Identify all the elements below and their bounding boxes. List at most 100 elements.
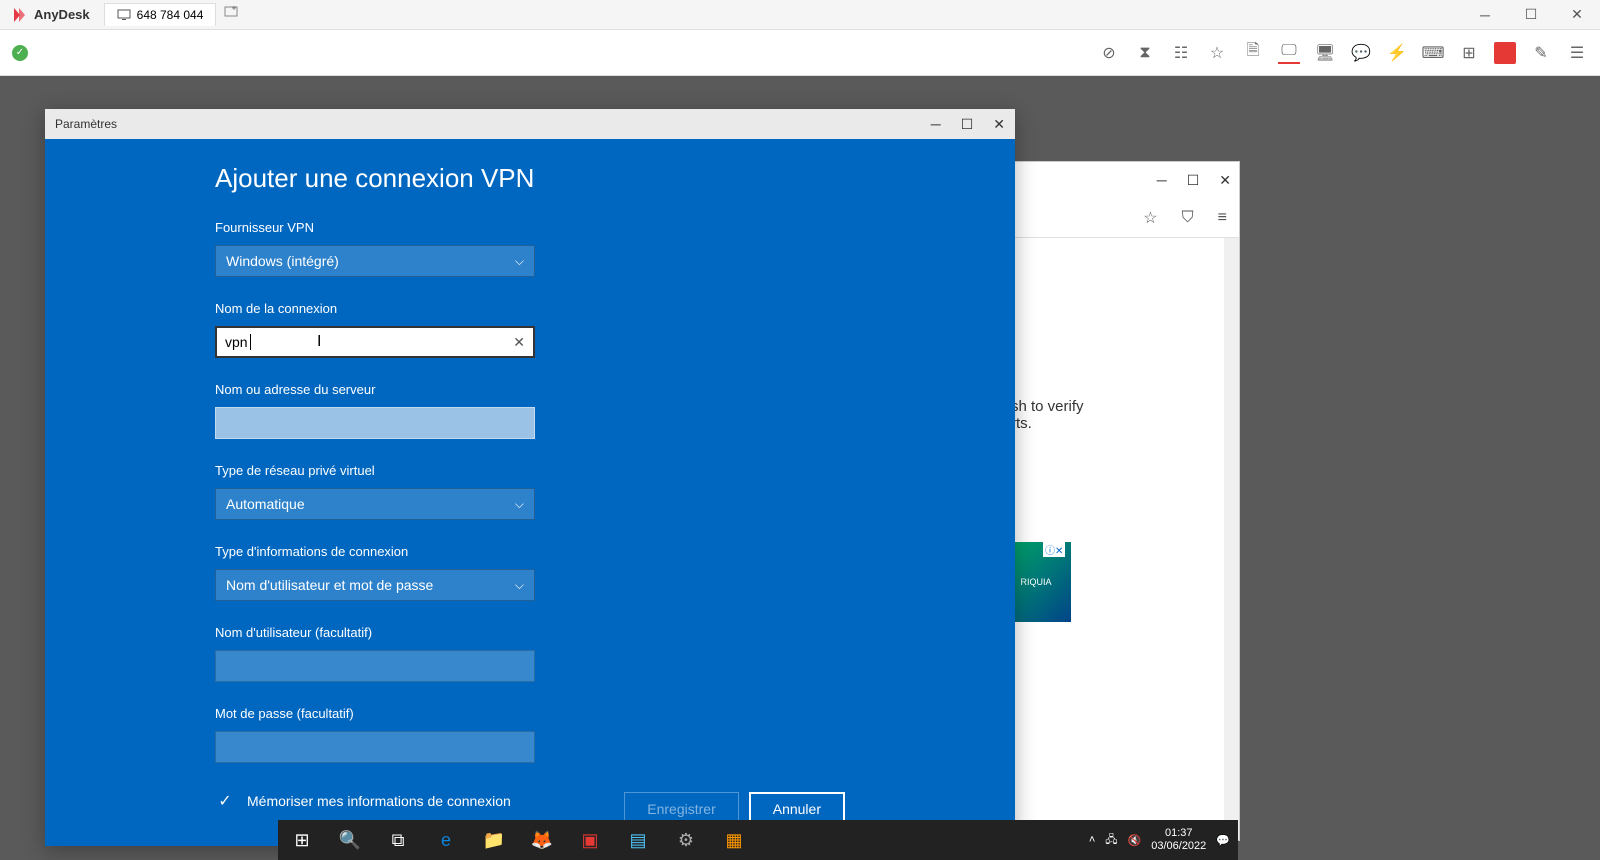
file-icon[interactable]: 🗎	[1242, 42, 1264, 64]
provider-dropdown[interactable]: Windows (intégré) ⌵	[215, 245, 535, 277]
edit-icon[interactable]: ✎	[1530, 42, 1552, 64]
settings-close[interactable]: ✕	[993, 116, 1005, 133]
firefox-icon: 🦊	[528, 826, 556, 854]
password-input[interactable]	[215, 731, 535, 763]
start-button[interactable]: ⊞	[278, 820, 326, 860]
anydesk-close[interactable]: ✕	[1554, 0, 1600, 30]
lightning-icon[interactable]: ⚡	[1386, 42, 1408, 64]
display-icon[interactable]: 🖵	[1278, 42, 1300, 64]
bookmark-star-icon[interactable]: ☆	[1143, 208, 1157, 228]
search-icon: 🔍	[336, 826, 364, 854]
anydesk-toolbar: ✓ ⊘ ⧗ ☷ ☆ 🗎 🖵 🖥 💬 ⚡ ⌨ ⊞ ✎ ☰	[0, 30, 1600, 76]
star-icon[interactable]: ☆	[1206, 42, 1228, 64]
edge-taskbar[interactable]: e	[422, 820, 470, 860]
clear-input-icon[interactable]: ✕	[513, 334, 525, 351]
new-tab-icon	[224, 5, 240, 19]
app-icon: ▣	[576, 826, 604, 854]
vpn-type-value: Automatique	[226, 496, 305, 512]
windows-icon: ⊞	[288, 826, 316, 854]
connection-name-label: Nom de la connexion	[215, 301, 845, 316]
app-icon-2: ▤	[624, 826, 652, 854]
firefox-minimize[interactable]: ─	[1157, 172, 1167, 188]
app-taskbar-1[interactable]: ▣	[566, 820, 614, 860]
clock-time: 01:37	[1151, 827, 1206, 840]
tray-volume-icon[interactable]: 🔇	[1128, 834, 1142, 847]
anydesk-maximize[interactable]: ☐	[1508, 0, 1554, 30]
search-button[interactable]: 🔍	[326, 820, 374, 860]
firefox-page-content: sh to verify rts.	[1001, 238, 1239, 452]
username-input[interactable]	[215, 650, 535, 682]
connection-status-icon: ✓	[12, 45, 28, 61]
page-text-2: rts.	[1011, 415, 1229, 432]
connection-name-input[interactable]: vpn I ✕	[215, 326, 535, 358]
provider-value: Windows (intégré)	[226, 253, 339, 269]
windows-taskbar: ⊞ 🔍 ⧉ e 📁 🦊 ▣ ▤ ⚙ ▦ ˄ 🖧 🔇 01:37 03/06/20…	[278, 820, 1238, 860]
settings-window: Paramètres ─ ☐ ✕ Ajouter une connexion V…	[45, 109, 1015, 846]
page-title: Ajouter une connexion VPN	[215, 163, 845, 194]
anydesk-minimize[interactable]: ─	[1462, 0, 1508, 30]
firefox-close[interactable]: ✕	[1219, 172, 1231, 189]
app-icon-3: ▦	[720, 826, 748, 854]
auth-type-dropdown[interactable]: Nom d'utilisateur et mot de passe ⌵	[215, 569, 535, 601]
page-text-1: sh to verify	[1011, 398, 1229, 415]
settings-minimize[interactable]: ─	[931, 116, 941, 133]
database-icon[interactable]: ☷	[1170, 42, 1192, 64]
auth-type-value: Nom d'utilisateur et mot de passe	[226, 577, 433, 593]
anydesk-brand-text: AnyDesk	[34, 7, 90, 22]
app-taskbar-2[interactable]: ▤	[614, 820, 662, 860]
anydesk-session-tab[interactable]: 648 784 044	[104, 3, 217, 26]
text-cursor-icon: I	[317, 333, 321, 351]
vpn-type-dropdown[interactable]: Automatique ⌵	[215, 488, 535, 520]
server-label: Nom ou adresse du serveur	[215, 382, 845, 397]
explorer-taskbar[interactable]: 📁	[470, 820, 518, 860]
remote-desktop: ─ ☐ ✕ ☆ ⛉ ≡ sh to verify rts. RIQUIA ⓘ✕ …	[0, 76, 1600, 860]
chevron-down-icon: ⌵	[515, 254, 524, 269]
app-taskbar-3[interactable]: ▦	[710, 820, 758, 860]
folder-icon: 📁	[480, 826, 508, 854]
checkbox-checked-icon: ✓	[215, 791, 235, 811]
anydesk-brand: AnyDesk	[0, 6, 100, 24]
vpn-type-label: Type de réseau privé virtuel	[215, 463, 845, 478]
record-icon[interactable]	[1494, 42, 1516, 64]
chevron-down-icon: ⌵	[515, 497, 524, 512]
monitor-icon	[117, 9, 131, 21]
system-clock[interactable]: 01:37 03/06/2022	[1151, 827, 1206, 853]
hourglass-icon[interactable]: ⧗	[1134, 42, 1156, 64]
edge-icon: e	[432, 826, 460, 854]
settings-window-title: Paramètres	[55, 117, 117, 131]
connection-name-value: vpn	[225, 334, 248, 350]
firefox-menu-icon[interactable]: ≡	[1218, 209, 1227, 227]
settings-taskbar[interactable]: ⚙	[662, 820, 710, 860]
firefox-maximize[interactable]: ☐	[1187, 172, 1200, 189]
taskview-icon: ⧉	[384, 826, 412, 854]
shield-icon[interactable]: ⊞	[1458, 42, 1480, 64]
remember-label: Mémoriser mes informations de connexion	[247, 793, 511, 809]
provider-label: Fournisseur VPN	[215, 220, 845, 235]
chevron-down-icon: ⌵	[515, 578, 524, 593]
password-label: Mot de passe (facultatif)	[215, 706, 845, 721]
settings-titlebar: Paramètres ─ ☐ ✕	[45, 109, 1015, 139]
tray-network-icon[interactable]: 🖧	[1105, 831, 1117, 850]
clock-date: 03/06/2022	[1151, 840, 1206, 853]
task-view-button[interactable]: ⧉	[374, 820, 422, 860]
ad-close-icon[interactable]: ⓘ✕	[1043, 542, 1065, 557]
keyboard-icon[interactable]: ⌨	[1422, 42, 1444, 64]
settings-maximize[interactable]: ☐	[961, 116, 974, 133]
username-label: Nom d'utilisateur (facultatif)	[215, 625, 845, 640]
notification-icon[interactable]: 💬	[1216, 834, 1230, 847]
anydesk-new-tab[interactable]	[224, 5, 240, 24]
firefox-window: ─ ☐ ✕ ☆ ⛉ ≡ sh to verify rts. RIQUIA ⓘ✕	[1000, 161, 1240, 841]
pocket-icon[interactable]: ⛉	[1182, 209, 1194, 227]
auth-type-label: Type d'informations de connexion	[215, 544, 845, 559]
anydesk-logo-icon	[10, 6, 28, 24]
toolbar-icon-1[interactable]: ⊘	[1098, 42, 1120, 64]
firefox-taskbar[interactable]: 🦊	[518, 820, 566, 860]
firefox-scrollbar[interactable]	[1224, 238, 1239, 840]
session-id: 648 784 044	[137, 8, 204, 22]
gear-icon: ⚙	[672, 826, 700, 854]
chat-icon[interactable]: 💬	[1350, 42, 1372, 64]
monitor-icon-tb[interactable]: 🖥	[1314, 42, 1336, 64]
menu-icon[interactable]: ☰	[1566, 42, 1588, 64]
tray-chevron-icon[interactable]: ˄	[1089, 834, 1095, 846]
server-input[interactable]	[215, 407, 535, 439]
